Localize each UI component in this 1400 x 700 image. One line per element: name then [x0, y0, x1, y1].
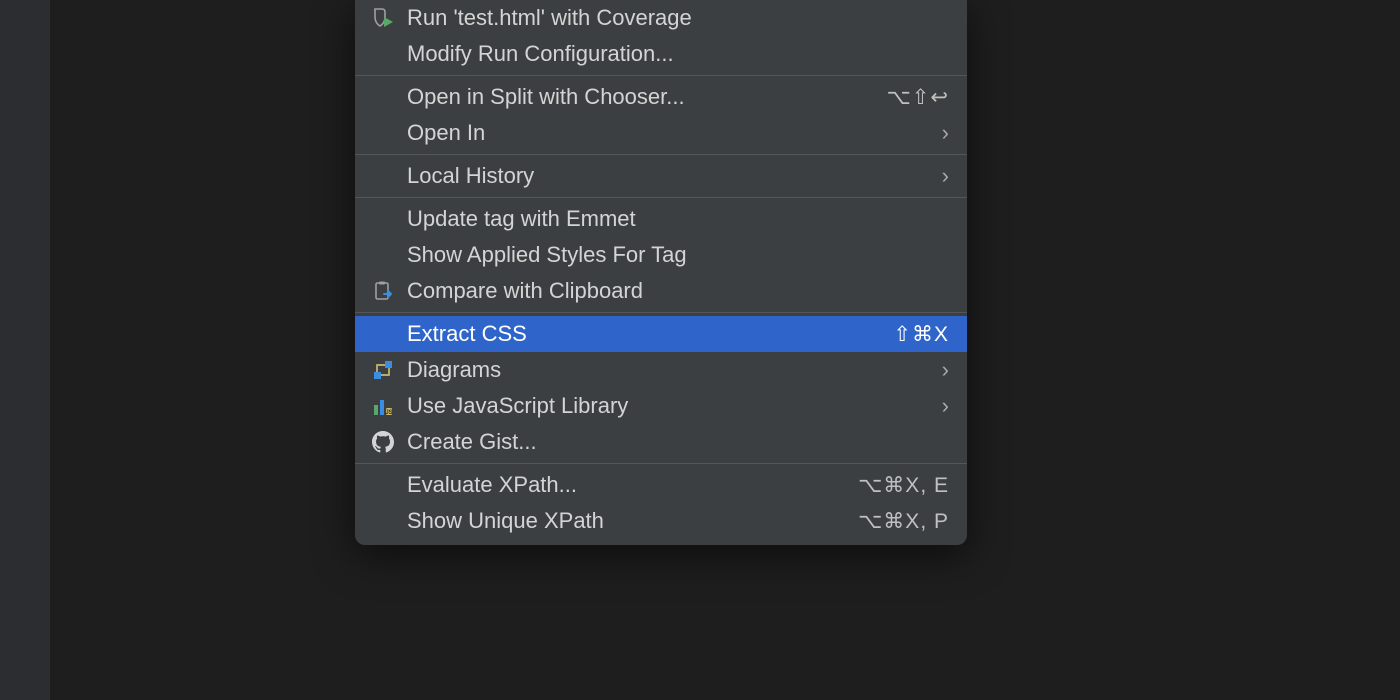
chevron-right-icon: ›	[942, 393, 949, 419]
menu-item-local-history[interactable]: Local History ›	[355, 158, 967, 194]
menu-item-label: Local History	[407, 163, 942, 189]
svg-text:JS: JS	[385, 410, 392, 416]
menu-item-create-gist[interactable]: Create Gist...	[355, 424, 967, 460]
menu-item-label: Update tag with Emmet	[407, 206, 949, 232]
menu-item-label: Open In	[407, 120, 942, 146]
menu-item-shortcut: ⌥⌘X, P	[858, 509, 949, 534]
menu-item-label: Show Unique XPath	[407, 508, 858, 534]
menu-item-show-applied-styles[interactable]: Show Applied Styles For Tag	[355, 237, 967, 273]
chevron-right-icon: ›	[942, 120, 949, 146]
context-menu: Run 'test.html' with Coverage Modify Run…	[355, 0, 967, 545]
diagrams-icon	[369, 359, 397, 381]
menu-item-diagrams[interactable]: Diagrams ›	[355, 352, 967, 388]
menu-item-label: Modify Run Configuration...	[407, 41, 949, 67]
menu-separator	[355, 154, 967, 155]
menu-item-use-js-library[interactable]: JS Use JavaScript Library ›	[355, 388, 967, 424]
js-library-icon: JS	[369, 395, 397, 417]
menu-item-label: Extract CSS	[407, 321, 893, 347]
github-icon	[369, 431, 397, 453]
run-coverage-icon	[369, 7, 397, 29]
chevron-right-icon: ›	[942, 357, 949, 383]
menu-item-shortcut: ⌥⇧↩	[887, 85, 949, 110]
menu-item-label: Evaluate XPath...	[407, 472, 858, 498]
menu-item-update-tag-emmet[interactable]: Update tag with Emmet	[355, 201, 967, 237]
menu-item-label: Use JavaScript Library	[407, 393, 942, 419]
menu-item-compare-clipboard[interactable]: Compare with Clipboard	[355, 273, 967, 309]
menu-item-evaluate-xpath[interactable]: Evaluate XPath... ⌥⌘X, E	[355, 467, 967, 503]
menu-item-open-split-chooser[interactable]: Open in Split with Chooser... ⌥⇧↩	[355, 79, 967, 115]
menu-item-label: Compare with Clipboard	[407, 278, 949, 304]
menu-item-shortcut: ⇧⌘X	[893, 322, 949, 347]
menu-separator	[355, 463, 967, 464]
menu-item-show-unique-xpath[interactable]: Show Unique XPath ⌥⌘X, P	[355, 503, 967, 539]
menu-separator	[355, 312, 967, 313]
menu-item-label: Open in Split with Chooser...	[407, 84, 887, 110]
menu-item-modify-run-config[interactable]: Modify Run Configuration...	[355, 36, 967, 72]
menu-item-run-coverage[interactable]: Run 'test.html' with Coverage	[355, 0, 967, 36]
menu-item-label: Create Gist...	[407, 429, 949, 455]
menu-item-extract-css[interactable]: Extract CSS ⇧⌘X	[355, 316, 967, 352]
menu-item-label: Run 'test.html' with Coverage	[407, 5, 949, 31]
chevron-right-icon: ›	[942, 163, 949, 189]
menu-item-open-in[interactable]: Open In ›	[355, 115, 967, 151]
menu-separator	[355, 75, 967, 76]
editor-gutter	[50, 0, 180, 700]
menu-item-shortcut: ⌥⌘X, E	[858, 473, 949, 498]
clipboard-compare-icon	[369, 280, 397, 302]
menu-item-label: Show Applied Styles For Tag	[407, 242, 949, 268]
tool-window-strip	[0, 0, 50, 700]
menu-separator	[355, 197, 967, 198]
menu-item-label: Diagrams	[407, 357, 942, 383]
